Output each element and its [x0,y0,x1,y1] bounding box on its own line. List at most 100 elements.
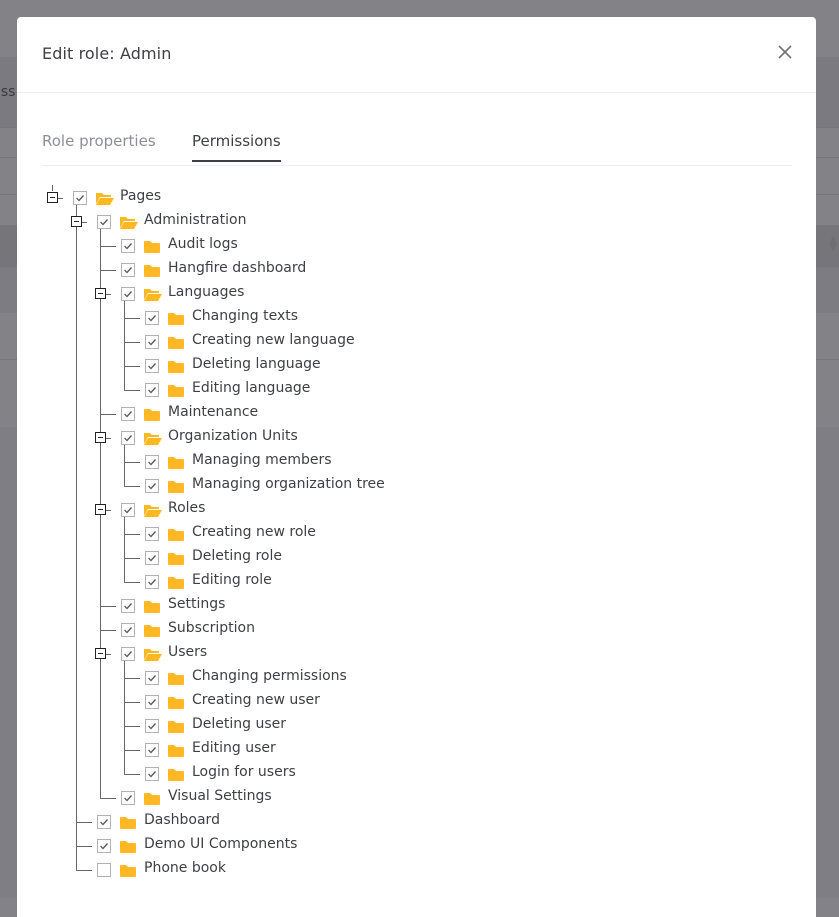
permission-label[interactable]: Deleting user [192,716,286,732]
permission-label[interactable]: Phone book [144,860,226,876]
permission-label[interactable]: Languages [168,284,244,300]
folder-icon [119,815,137,829]
permission-checkbox[interactable] [121,647,135,661]
permission-checkbox[interactable] [145,527,159,541]
permission-checkbox[interactable] [121,791,135,805]
permission-checkbox[interactable] [97,839,111,853]
collapse-toggle-icon[interactable] [47,192,58,203]
folder-icon [167,479,185,493]
permission-label[interactable]: Visual Settings [168,788,272,804]
collapse-toggle-icon[interactable] [95,504,106,515]
permission-label[interactable]: Deleting role [192,548,282,564]
permission-label[interactable]: Managing members [192,452,332,468]
tree-connector [76,822,92,823]
permission-checkbox[interactable] [97,215,111,229]
permission-label[interactable]: Pages [120,188,161,204]
permission-checkbox[interactable] [121,407,135,421]
permission-label[interactable]: Editing role [192,572,272,588]
tree-connector [76,870,92,871]
permission-label[interactable]: Hangfire dashboard [168,260,306,276]
permission-label[interactable]: Maintenance [168,404,258,420]
permission-checkbox[interactable] [73,191,87,205]
collapse-toggle-icon[interactable] [95,432,106,443]
folder-open-icon [95,191,114,205]
permission-checkbox[interactable] [145,479,159,493]
folder-icon [119,839,137,853]
permission-checkbox[interactable] [145,695,159,709]
tree-connector [76,846,92,847]
permission-checkbox[interactable] [97,863,111,877]
tab-permissions[interactable]: Permissions [192,132,281,162]
permission-checkbox[interactable] [145,551,159,565]
permission-label[interactable]: Creating new role [192,524,316,540]
permission-checkbox[interactable] [145,359,159,373]
permission-checkbox[interactable] [121,263,135,277]
permission-checkbox[interactable] [145,575,159,589]
tree-connector [124,462,140,463]
permission-label[interactable]: Settings [168,596,225,612]
folder-icon [167,551,185,565]
tab-role-properties[interactable]: Role properties [42,132,156,160]
collapse-toggle-icon[interactable] [95,288,106,299]
folder-icon [167,695,185,709]
permission-checkbox[interactable] [121,239,135,253]
permission-checkbox[interactable] [97,815,111,829]
permission-label[interactable]: Dashboard [144,812,220,828]
permission-checkbox[interactable] [145,671,159,685]
permission-label[interactable]: Audit logs [168,236,238,252]
permission-label[interactable]: Deleting language [192,356,321,372]
tab-bar: Role properties Permissions [42,127,792,166]
permission-label[interactable]: Changing texts [192,308,298,324]
tree-connector [100,630,116,631]
permission-checkbox[interactable] [121,287,135,301]
tree-branch-line [124,301,125,390]
folder-open-icon [143,287,162,301]
permission-checkbox[interactable] [121,503,135,517]
folder-icon [143,239,161,253]
permission-label[interactable]: Creating new user [192,692,320,708]
permission-label[interactable]: Editing language [192,380,310,396]
permission-label[interactable]: Organization Units [168,428,298,444]
folder-icon [167,335,185,349]
tree-connector [82,222,87,223]
permission-checkbox[interactable] [121,623,135,637]
permission-label[interactable]: Login for users [192,764,296,780]
permission-label[interactable]: Creating new language [192,332,355,348]
permission-label[interactable]: Managing organization tree [192,476,385,492]
tree-connector [124,582,140,583]
permission-checkbox[interactable] [145,311,159,325]
folder-icon [119,863,137,877]
permission-checkbox[interactable] [145,383,159,397]
collapse-toggle-icon[interactable] [71,216,82,227]
tree-connector [124,678,140,679]
tree-root-stub [52,185,53,191]
backdrop-text: iss [0,84,16,100]
permission-label[interactable]: Roles [168,500,205,516]
permission-checkbox[interactable] [145,743,159,757]
permission-checkbox[interactable] [121,599,135,613]
permission-checkbox[interactable] [145,335,159,349]
permission-checkbox[interactable] [145,455,159,469]
folder-icon [167,359,185,373]
tree-connector [124,750,140,751]
permission-checkbox[interactable] [145,767,159,781]
tree-connector [124,390,140,391]
folder-icon [143,599,161,613]
collapse-toggle-icon[interactable] [95,648,106,659]
tree-branch-line [124,445,125,486]
tree-connector [106,438,111,439]
permission-label[interactable]: Users [168,644,207,660]
permission-label[interactable]: Changing permissions [192,668,347,684]
permission-label[interactable]: Demo UI Components [144,836,297,852]
close-button[interactable] [776,43,794,61]
permission-label[interactable]: Subscription [168,620,255,636]
folder-icon [143,623,161,637]
folder-open-icon [143,431,162,445]
permission-checkbox[interactable] [145,719,159,733]
folder-icon [167,575,185,589]
permission-checkbox[interactable] [121,431,135,445]
permission-label[interactable]: Administration [144,212,246,228]
permission-label[interactable]: Editing user [192,740,276,756]
folder-icon [167,743,185,757]
close-icon [778,45,792,59]
